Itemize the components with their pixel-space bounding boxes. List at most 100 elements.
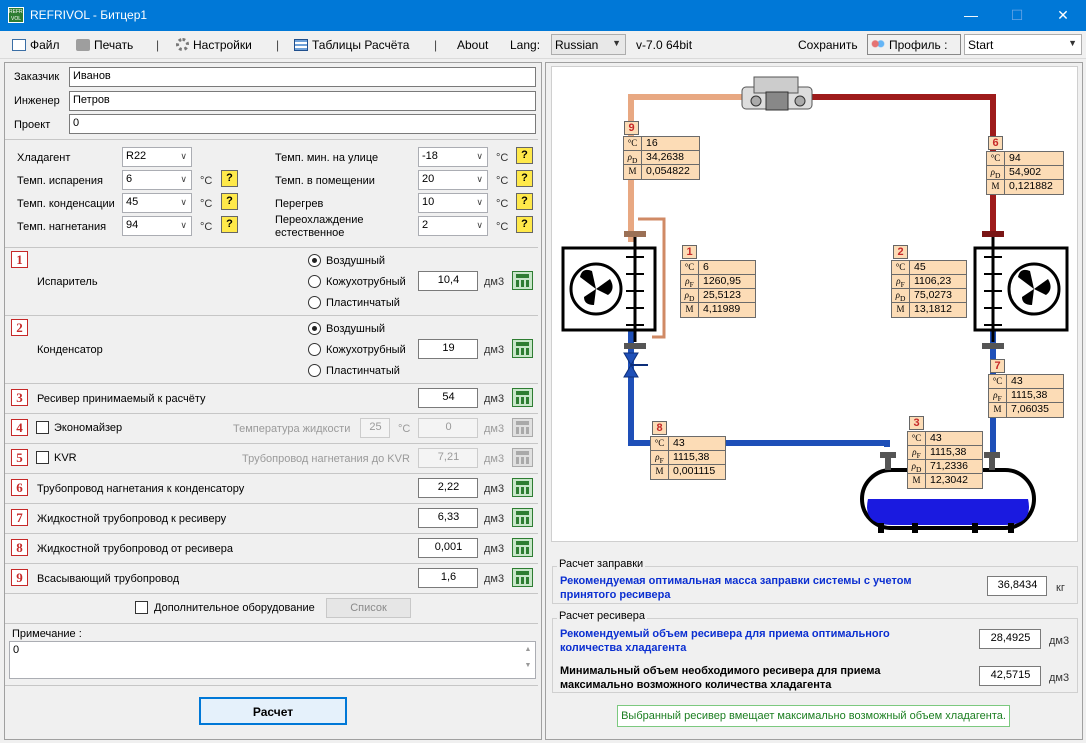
pipe7-volume-input[interactable]: 6,33 <box>418 508 478 528</box>
hint-icon[interactable]: ? <box>221 170 238 187</box>
menu-about[interactable]: About <box>457 38 488 52</box>
temp-symbol: °C <box>651 437 669 451</box>
density-value: 54,902 <box>1009 166 1042 178</box>
save-button[interactable]: Сохранить <box>798 38 858 52</box>
list-button[interactable]: Список <box>326 598 411 618</box>
calculator-icon[interactable] <box>512 478 533 497</box>
density-subscript: D <box>631 155 638 165</box>
customer-input[interactable]: Иванов <box>69 67 536 87</box>
kvr-checkbox[interactable] <box>36 451 49 464</box>
unit-label: дм3 <box>484 573 505 585</box>
mass-value: 0,001115 <box>673 465 716 477</box>
kvr-pipe-label: Трубопровод нагнетания до KVR <box>242 453 410 465</box>
calculator-icon[interactable] <box>512 339 533 358</box>
temperature-value: 94 <box>1009 152 1021 164</box>
pipe9-volume-input[interactable]: 1,6 <box>418 568 478 588</box>
project-input[interactable]: 0 <box>69 114 536 134</box>
point-number: 2 <box>893 245 908 259</box>
evaporator-plate-radio[interactable] <box>308 296 321 309</box>
t-out-min-select[interactable]: -18 ∨ <box>418 147 488 167</box>
liquid-temp-input[interactable]: 25 <box>360 418 390 438</box>
evaporator-shell-radio[interactable] <box>308 275 321 288</box>
chevron-down-icon: ∨ <box>180 197 187 207</box>
menu-tables[interactable]: Таблицы Расчёта <box>294 38 409 52</box>
t-room-select[interactable]: 20 ∨ <box>418 170 488 190</box>
menu-file[interactable]: Файл <box>12 38 60 52</box>
mass-symbol: M <box>908 474 926 488</box>
receiver-volume-input[interactable]: 54 <box>418 388 478 408</box>
gear-icon <box>176 38 189 51</box>
profile-button[interactable]: Профиль : <box>867 34 961 55</box>
note-scrollbar[interactable]: ▲ ▼ <box>521 642 535 678</box>
close-button[interactable]: ✕ <box>1040 0 1086 31</box>
hint-icon[interactable]: ? <box>516 216 533 233</box>
calculator-icon[interactable] <box>512 538 533 557</box>
hint-icon[interactable]: ? <box>221 193 238 210</box>
condenser-air-radio[interactable] <box>308 322 321 335</box>
t-disch-label: Темп. нагнетания <box>17 221 107 233</box>
refrigerant-select[interactable]: R22 ∨ <box>122 147 192 167</box>
temp-symbol: °C <box>908 432 926 446</box>
item-number: 2 <box>11 319 28 336</box>
economizer-volume-input[interactable]: 0 <box>418 418 478 438</box>
hint-icon[interactable]: ? <box>516 170 533 187</box>
charge-value: 36,8434 <box>987 576 1047 596</box>
minimize-button[interactable]: — <box>948 0 994 31</box>
superheat-select[interactable]: 10 ∨ <box>418 193 488 213</box>
item-number: 3 <box>11 389 28 406</box>
customer-label: Заказчик <box>14 71 60 83</box>
calculate-button[interactable]: Расчет <box>199 697 347 725</box>
point-number: 8 <box>652 421 667 435</box>
file-icon <box>12 39 26 51</box>
evaporator-air-radio[interactable] <box>308 254 321 267</box>
calculator-icon[interactable] <box>512 568 533 587</box>
liquid-pipe-from-receiver <box>628 329 890 447</box>
charge-group-title: Расчет заправки <box>557 558 646 570</box>
menu-print[interactable]: Печать <box>76 38 133 52</box>
density-subscript: F <box>900 279 905 289</box>
extra-equipment-checkbox[interactable] <box>135 601 148 614</box>
chevron-down-icon: ∨ <box>476 220 483 230</box>
menu-separator: | <box>276 38 280 52</box>
profile-select[interactable]: Start ▼ <box>964 34 1082 55</box>
evaporator-volume-input[interactable]: 10,4 <box>418 271 478 291</box>
hint-icon[interactable]: ? <box>516 193 533 210</box>
kvr-volume-input[interactable]: 7,21 <box>418 448 478 468</box>
pipe6-volume-input[interactable]: 2,22 <box>418 478 478 498</box>
note-textarea[interactable]: 0 <box>9 641 536 679</box>
calculator-icon[interactable] <box>512 508 533 527</box>
maximize-button[interactable]: ☐ <box>994 0 1040 31</box>
t-disch-select[interactable]: 94 ∨ <box>122 216 192 236</box>
economizer-checkbox[interactable] <box>36 421 49 434</box>
radio-label: Пластинчатый <box>326 365 400 377</box>
hint-icon[interactable]: ? <box>516 147 533 164</box>
temperature-value: 6 <box>703 261 709 273</box>
pipe6-label: Трубопровод нагнетания к конденсатору <box>37 483 245 495</box>
density-subscript: D <box>994 170 1001 180</box>
condenser-plate-radio[interactable] <box>308 364 321 377</box>
calculator-icon[interactable] <box>512 271 533 290</box>
t-evap-select[interactable]: 6 ∨ <box>122 170 192 190</box>
point-number: 3 <box>909 416 924 430</box>
menu-bar: Файл Печать | Настройки | Таблицы Расчёт… <box>0 31 1086 59</box>
menu-settings[interactable]: Настройки <box>176 38 252 52</box>
t-out-min-label: Темп. мин. на улице <box>275 152 379 164</box>
calculator-icon[interactable] <box>512 448 533 467</box>
menu-separator: | <box>156 38 160 52</box>
pipe8-volume-input[interactable]: 0,001 <box>418 538 478 558</box>
condenser-shell-radio[interactable] <box>308 343 321 356</box>
unit-label: °С <box>200 221 213 233</box>
calculator-icon[interactable] <box>512 388 533 407</box>
engineer-input[interactable]: Петров <box>69 91 536 111</box>
condenser-volume-input[interactable]: 19 <box>418 339 478 359</box>
condenser-label: Конденсатор <box>37 344 103 356</box>
subcool-select[interactable]: 2 ∨ <box>418 216 488 236</box>
density-subscript: F <box>997 393 1002 403</box>
t-cond-select[interactable]: 45 ∨ <box>122 193 192 213</box>
unit-label: °С <box>496 152 509 164</box>
receiver-optimal-text: Рекомендуемый объем ресивера для приема … <box>560 628 890 654</box>
unit-label: дм3 <box>484 513 505 525</box>
hint-icon[interactable]: ? <box>221 216 238 233</box>
calculator-icon[interactable] <box>512 418 533 437</box>
lang-select[interactable]: Russian ▼ <box>551 34 626 55</box>
